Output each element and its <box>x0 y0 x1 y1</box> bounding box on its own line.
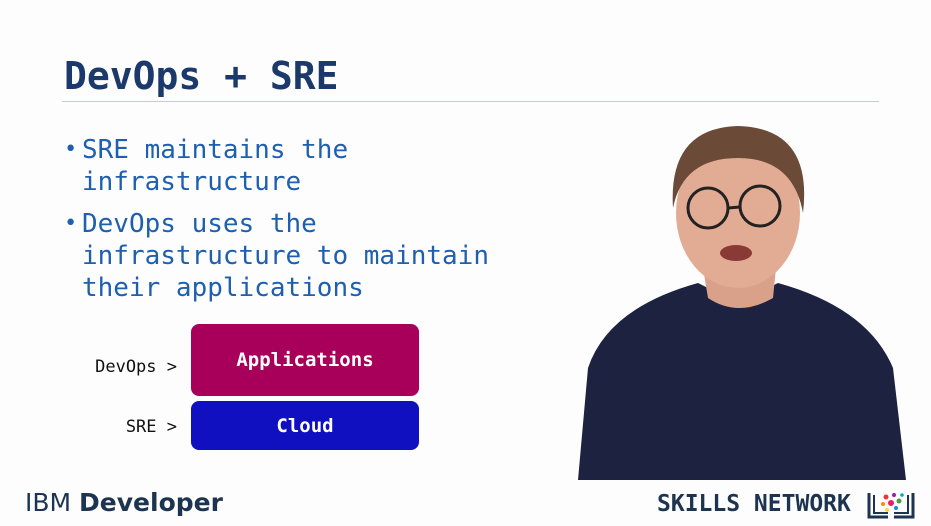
slide-title: DevOps + SRE <box>64 54 339 98</box>
presenter-video <box>578 126 906 480</box>
bullet-item: • SRE maintains the infrastructure <box>64 134 489 198</box>
cloud-box: Cloud <box>191 401 419 450</box>
skills-network-book-icon <box>867 493 915 519</box>
bullet-dot-icon: • <box>64 211 78 236</box>
bullet-line: DevOps uses the <box>82 209 317 239</box>
title-divider <box>62 101 879 102</box>
devops-label: DevOps > <box>95 357 177 377</box>
bullet-line: SRE maintains the <box>82 135 349 165</box>
bullet-line: their applications <box>82 273 364 303</box>
sre-label: SRE > <box>125 417 177 437</box>
bullet-list: • SRE maintains the infrastructure • Dev… <box>64 134 489 314</box>
ibm-developer-logo: IBM Developer <box>25 488 223 517</box>
bullet-line: infrastructure <box>82 167 302 197</box>
bullet-dot-icon: • <box>64 137 78 162</box>
applications-box: Applications <box>191 324 419 396</box>
bullet-item: • DevOps uses the infrastructure to main… <box>64 208 489 304</box>
bullet-line: infrastructure to maintain <box>82 241 489 271</box>
skills-network-logo-text: SKILLS NETWORK <box>657 491 851 517</box>
